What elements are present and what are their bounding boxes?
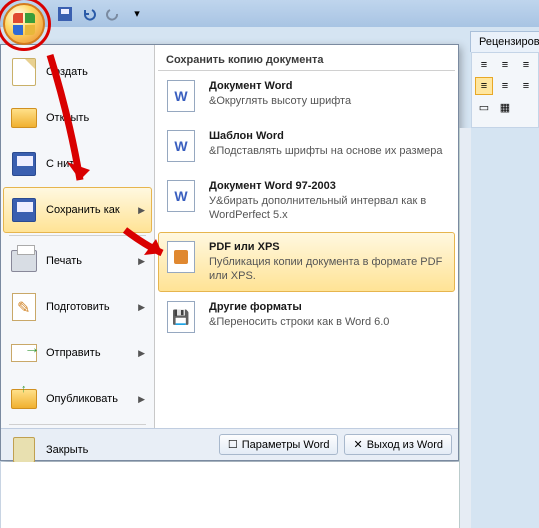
exit-word-button[interactable]: ✕ Выход из Word bbox=[344, 434, 452, 455]
item-title: Документ Word bbox=[209, 80, 351, 92]
word-97-icon bbox=[167, 180, 195, 212]
qat-undo-icon[interactable] bbox=[79, 4, 99, 24]
save-as-word-97-2003[interactable]: Документ Word 97-2003 У&бирать дополнител… bbox=[158, 171, 455, 232]
menu-label: С нить bbox=[46, 158, 80, 170]
word-options-button[interactable]: ☐ Параметры Word bbox=[219, 434, 339, 455]
item-desc: &Подставлять шрифты на основе их размера bbox=[209, 144, 442, 158]
submenu-arrow-icon: ▶ bbox=[138, 302, 145, 313]
submenu-arrow-icon: ▶ bbox=[138, 256, 145, 267]
save-as-other-formats[interactable]: Другие форматы&Переносить строки как в W… bbox=[158, 292, 455, 342]
publish-icon bbox=[11, 389, 37, 409]
menu-label: Открыть bbox=[46, 112, 89, 124]
item-title: Документ Word 97-2003 bbox=[209, 180, 446, 192]
folder-open-icon bbox=[11, 108, 37, 128]
prepare-icon bbox=[12, 293, 36, 321]
close-doc-icon bbox=[13, 437, 35, 463]
menu-label: Сохранить как bbox=[46, 204, 120, 216]
exit-icon: ✕ bbox=[353, 438, 362, 451]
menu-item-publish[interactable]: Опубликовать ▶ bbox=[3, 376, 152, 422]
qat-save-icon[interactable] bbox=[55, 4, 75, 24]
item-desc: &Переносить строки как в Word 6.0 bbox=[209, 315, 389, 329]
tab-review[interactable]: Рецензиров bbox=[470, 31, 539, 52]
menu-label: Закрыть bbox=[46, 444, 88, 456]
office-button[interactable] bbox=[3, 3, 45, 45]
save-icon bbox=[12, 152, 36, 176]
other-format-icon bbox=[167, 301, 195, 333]
item-desc: У&бирать дополнительный интервал как в W… bbox=[209, 194, 446, 223]
menu-item-new[interactable]: Создать bbox=[3, 49, 152, 95]
menu-item-save[interactable]: С нить bbox=[3, 141, 152, 187]
align-center-icon[interactable]: ≡ bbox=[496, 77, 514, 95]
button-label: Параметры Word bbox=[242, 439, 330, 451]
menu-label: Опубликовать bbox=[46, 393, 118, 405]
qat-dropdown-icon[interactable]: ▾ bbox=[127, 4, 147, 24]
office-menu: Создать Открыть С нить Сохранить как ▶ Пе… bbox=[0, 44, 459, 461]
submenu-title: Сохранить копию документа bbox=[158, 48, 455, 71]
menu-label: Создать bbox=[46, 66, 88, 78]
word-template-icon bbox=[167, 130, 195, 162]
align-right-icon[interactable]: ≡ bbox=[517, 77, 535, 95]
item-desc: Публикация копии документа в формате PDF… bbox=[209, 255, 446, 284]
save-as-icon bbox=[12, 198, 36, 222]
submenu-arrow-icon: ▶ bbox=[138, 205, 145, 216]
multilevel-icon[interactable]: ≡ bbox=[517, 56, 535, 74]
save-as-word-template[interactable]: Шаблон Word&Подставлять шрифты на основе… bbox=[158, 121, 455, 171]
vertical-ruler bbox=[459, 128, 471, 528]
button-label: Выход из Word bbox=[367, 439, 443, 451]
bullets-icon[interactable]: ≡ bbox=[475, 56, 493, 74]
submenu-arrow-icon: ▶ bbox=[138, 348, 145, 359]
numbering-icon[interactable]: ≡ bbox=[496, 56, 514, 74]
office-logo-icon bbox=[13, 13, 35, 35]
qat-redo-icon[interactable] bbox=[103, 4, 123, 24]
save-as-word-doc[interactable]: Документ Word&Округлять высоту шрифта bbox=[158, 71, 455, 121]
printer-icon bbox=[11, 250, 37, 272]
menu-item-prepare[interactable]: Подготовить ▶ bbox=[3, 284, 152, 330]
menu-left-column: Создать Открыть С нить Сохранить как ▶ Пе… bbox=[1, 45, 155, 428]
ribbon-tabs: Рецензиров bbox=[470, 28, 539, 52]
menu-item-save-as[interactable]: Сохранить как ▶ bbox=[3, 187, 152, 233]
send-icon bbox=[11, 344, 37, 362]
submenu-arrow-icon: ▶ bbox=[138, 394, 145, 405]
options-icon: ☐ bbox=[228, 438, 238, 451]
item-desc: &Округлять высоту шрифта bbox=[209, 94, 351, 108]
menu-item-open[interactable]: Открыть bbox=[3, 95, 152, 141]
new-doc-icon bbox=[12, 58, 36, 86]
save-as-pdf-xps[interactable]: PDF или XPS Публикация копии документа в … bbox=[158, 232, 455, 293]
shading-icon[interactable]: ▭ bbox=[475, 98, 493, 116]
menu-right-panel: Сохранить копию документа Документ Word&… bbox=[155, 45, 458, 428]
ribbon-paragraph-group: ≡ ≡ ≡ ≡ ≡ ≡ ▭ ▦ bbox=[471, 52, 539, 128]
align-left-icon[interactable]: ≡ bbox=[475, 77, 493, 95]
menu-separator bbox=[9, 424, 146, 425]
menu-label: Отправить bbox=[46, 347, 101, 359]
menu-item-print[interactable]: Печать ▶ bbox=[3, 238, 152, 284]
menu-label: Подготовить bbox=[46, 301, 110, 313]
word-doc-icon bbox=[167, 80, 195, 112]
borders-icon[interactable]: ▦ bbox=[496, 98, 514, 116]
item-title: PDF или XPS bbox=[209, 241, 446, 253]
pdf-icon bbox=[167, 241, 195, 273]
menu-separator bbox=[9, 235, 146, 236]
menu-label: Печать bbox=[46, 255, 82, 267]
item-title: Другие форматы bbox=[209, 301, 389, 313]
quick-access-toolbar: ▾ bbox=[55, 4, 147, 24]
title-bar: ▾ bbox=[0, 0, 539, 27]
item-title: Шаблон Word bbox=[209, 130, 442, 142]
menu-item-send[interactable]: Отправить ▶ bbox=[3, 330, 152, 376]
document-area bbox=[0, 462, 459, 528]
